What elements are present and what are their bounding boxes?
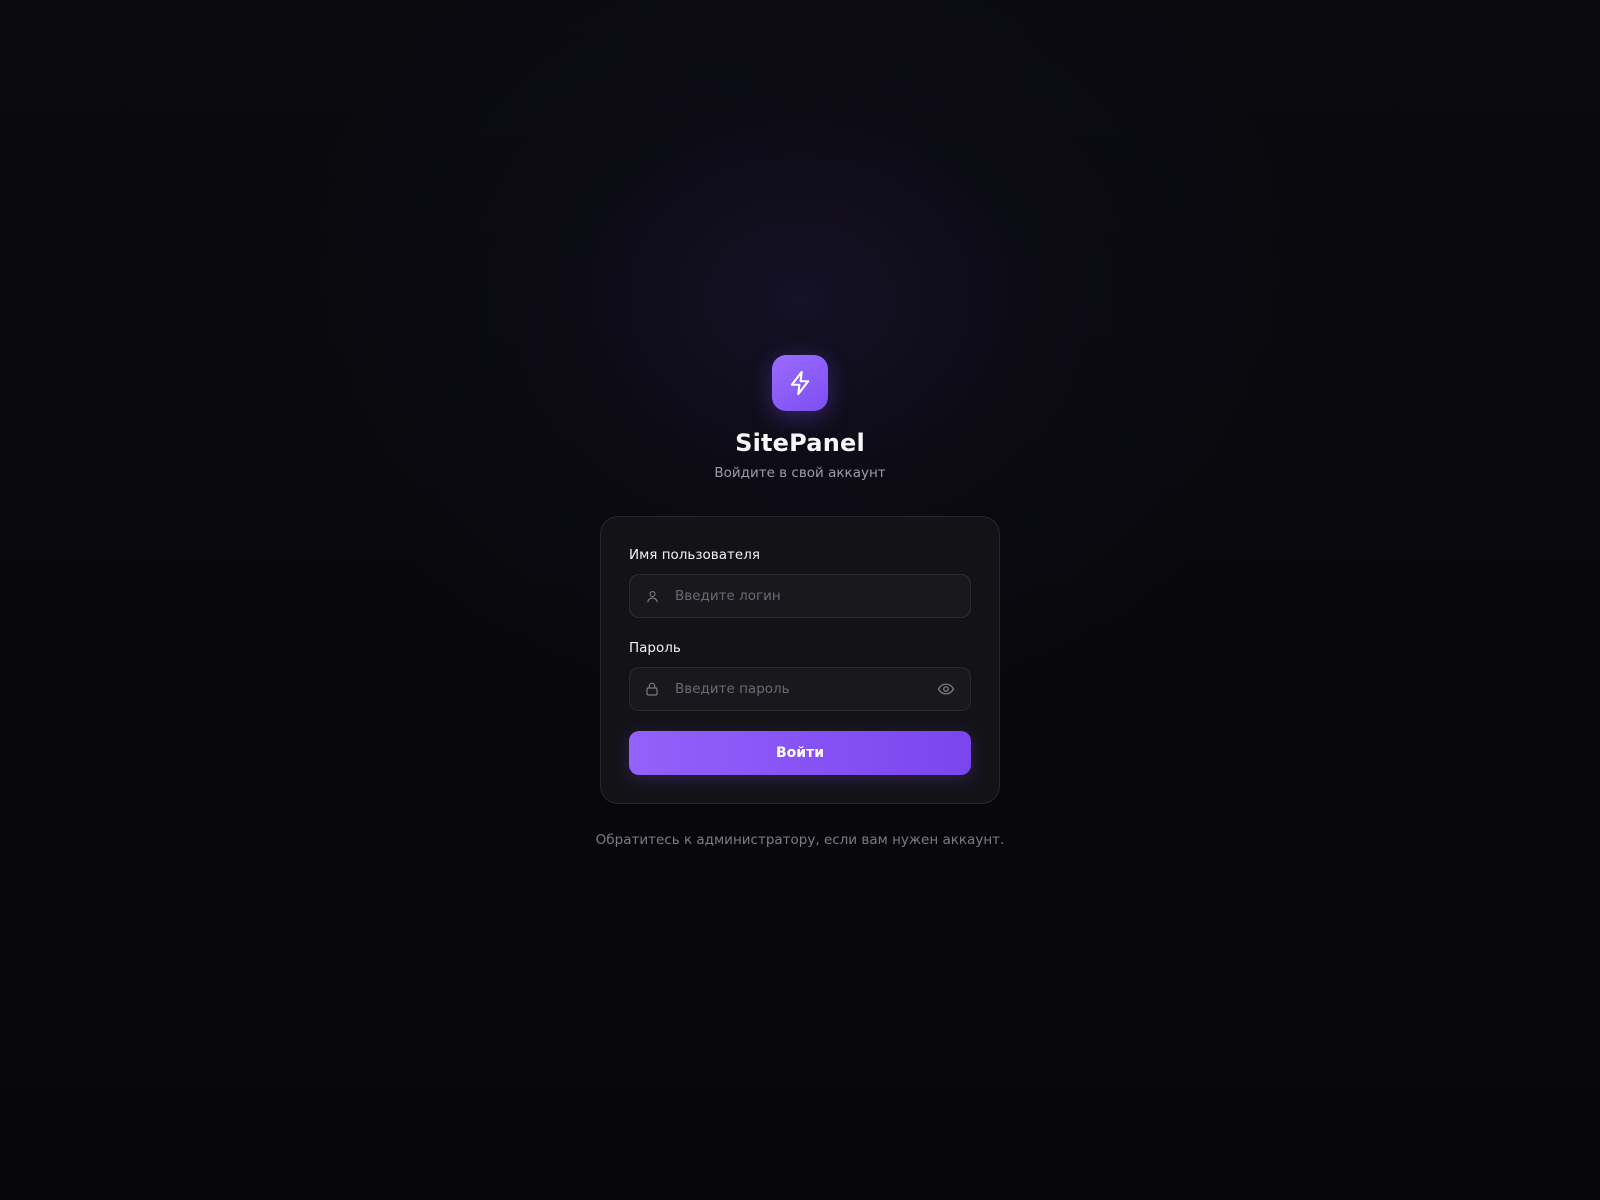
password-field-wrapper: [629, 667, 971, 711]
login-button[interactable]: Войти: [629, 731, 971, 775]
lightning-bolt-icon: [790, 370, 810, 396]
password-input[interactable]: [630, 668, 970, 710]
eye-icon[interactable]: [936, 679, 956, 699]
username-input[interactable]: [630, 575, 970, 617]
lock-icon: [644, 681, 660, 697]
login-page: SitePanel Войдите в свой аккаунт Имя пол…: [0, 0, 1600, 1200]
login-subtitle: Войдите в свой аккаунт: [714, 465, 886, 481]
app-title: SitePanel: [735, 429, 865, 457]
username-label: Имя пользователя: [629, 547, 760, 563]
login-form: Имя пользователя Пароль: [600, 516, 1000, 804]
password-label: Пароль: [629, 640, 681, 656]
app-logo: [772, 355, 828, 411]
username-field-wrapper: [629, 574, 971, 618]
admin-contact-note: Обратитесь к администратору, если вам ну…: [595, 832, 1005, 848]
login-container: SitePanel Войдите в свой аккаунт Имя пол…: [0, 355, 1600, 849]
user-icon: [644, 588, 660, 604]
